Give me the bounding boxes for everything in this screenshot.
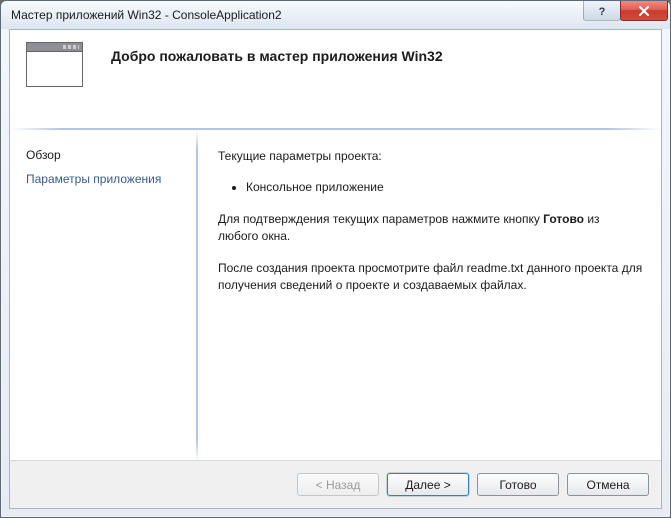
sidebar-item-overview[interactable]: Обзор <box>26 148 182 162</box>
cancel-button[interactable]: Отмена <box>567 473 649 496</box>
back-button: < Назад <box>297 473 379 496</box>
titlebar: Мастер приложений Win32 - ConsoleApplica… <box>1 1 670 29</box>
settings-list: Консольное приложение <box>218 179 643 196</box>
sidebar-item-app-settings[interactable]: Параметры приложения <box>26 172 182 186</box>
svg-text:?: ? <box>599 6 606 17</box>
button-bar: < Назад Далее > Готово Отмена <box>10 460 661 508</box>
content-pane: Текущие параметры проекта: Консольное пр… <box>196 130 661 460</box>
page-heading: Добро пожаловать в мастер приложения Win… <box>111 40 443 64</box>
readme-instruction: После создания проекта просмотрите файл … <box>218 260 643 295</box>
help-button[interactable]: ? <box>583 1 621 21</box>
window-title: Мастер приложений Win32 - ConsoleApplica… <box>11 8 666 22</box>
confirm-instruction: Для подтверждения текущих параметров наж… <box>218 211 643 246</box>
sidebar: Обзор Параметры приложения <box>10 130 196 460</box>
wizard-body: Обзор Параметры приложения Текущие парам… <box>10 130 661 460</box>
list-item: Консольное приложение <box>246 179 643 196</box>
current-settings-label: Текущие параметры проекта: <box>218 148 643 165</box>
window-buttons: ? <box>584 1 668 21</box>
client-area: Добро пожаловать в мастер приложения Win… <box>9 29 662 509</box>
vertical-separator <box>196 130 198 460</box>
finish-button[interactable]: Готово <box>477 473 559 496</box>
app-window-icon <box>26 42 83 87</box>
wizard-header: Добро пожаловать в мастер приложения Win… <box>10 30 661 100</box>
wizard-dialog: Мастер приложений Win32 - ConsoleApplica… <box>0 0 671 518</box>
close-button[interactable] <box>620 1 668 21</box>
next-button[interactable]: Далее > <box>387 473 469 496</box>
